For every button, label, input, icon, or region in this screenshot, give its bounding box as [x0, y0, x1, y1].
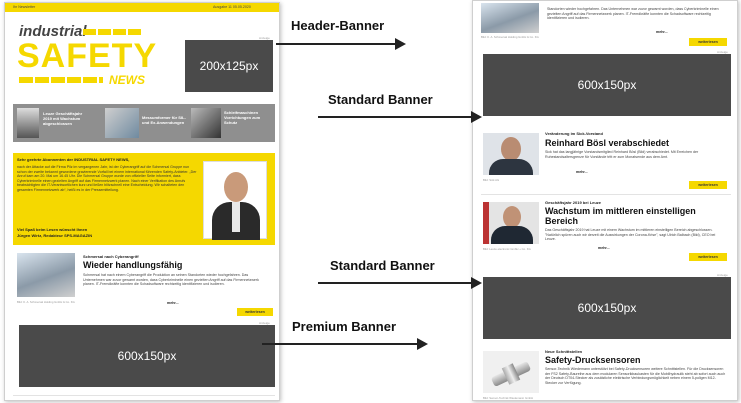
- teaser-image-3[interactable]: [191, 108, 221, 138]
- logo-stripe-bottom: [19, 77, 103, 83]
- intro-greeting: Sehr geehrte Abonnenten der INDUSTRIAL S…: [17, 157, 130, 162]
- intro-signature: Jürgen Wirtz, Redakteur SPS-MAGAZIN: [17, 233, 93, 238]
- product-photo[interactable]: [483, 351, 539, 393]
- product-body: Sensor-Technik Wiedemann unterstützt bei…: [545, 367, 726, 385]
- topbar-right-text: Ausgabe 11 05.05.2020: [213, 5, 251, 9]
- standard-banner-2-label: 600x150px: [577, 301, 637, 315]
- logo: industrial SAFETY NEWS: [17, 17, 156, 99]
- article-title[interactable]: Wieder handlungsfähig: [83, 260, 182, 270]
- article-image-credit: Bild: K. A. Schmersal Holding GmbH & Co.…: [17, 300, 75, 304]
- standard-banner-1[interactable]: 600x150px: [483, 54, 731, 116]
- article-body: Schmersal hat nach einem Cyberangriff di…: [83, 273, 259, 287]
- article-2-read-more-button[interactable]: weiterlesen: [689, 253, 727, 261]
- logo-line3: NEWS: [109, 73, 145, 87]
- callout-standard-banner-2: Standard Banner: [330, 258, 435, 273]
- article-2-photo-head: [503, 206, 521, 228]
- article-2-photo-body: [491, 226, 533, 244]
- article-2-title[interactable]: Wachstum im mittleren einstelligen Berei…: [545, 206, 727, 226]
- top-article-credit: Bild: K. A. Schmersal Holding GmbH & Co.…: [481, 35, 539, 39]
- premium-banner-label: 600x150px: [117, 349, 177, 363]
- top-article-image[interactable]: [481, 3, 539, 33]
- callout-standard-banner-2-arrow: [318, 277, 482, 289]
- article-1-credit: Bild: Sick AG: [483, 178, 500, 182]
- callout-header-banner: Header-Banner: [291, 18, 385, 33]
- topbar-left-text: Ihr Newsletter: [13, 5, 36, 9]
- callout-premium-banner-arrow: [262, 338, 428, 350]
- article-1-kicker: Veränderung im Sick-Vorstand: [545, 131, 603, 136]
- callout-header-banner-arrow: [276, 38, 406, 50]
- article-1-more-link[interactable]: mehr...: [576, 170, 588, 174]
- callout-premium-banner: Premium Banner: [292, 319, 397, 334]
- article-2-photo[interactable]: [483, 202, 539, 244]
- product-credit: Bild: Sensor-Technik Wiedemann GmbH: [483, 396, 534, 400]
- article-2-credit: Bild: Leuze electronic GmbH + Co. KG: [483, 247, 531, 251]
- logo-stripe: [83, 29, 143, 35]
- top-article-body: Standorten wieder hochgefahren. Das Unte…: [547, 7, 719, 21]
- article-more-link[interactable]: mehr...: [167, 301, 179, 305]
- article-1-photo[interactable]: [483, 133, 539, 175]
- editor-portrait-shirt: [232, 202, 240, 232]
- teaser-image-2[interactable]: [105, 108, 139, 138]
- newsletter-page-right: Bild: K. A. Schmersal Holding GmbH & Co.…: [472, 0, 738, 401]
- intro-body: nach der Attacke auf die Firma Pilz im v…: [17, 165, 197, 192]
- article-2-kicker: Geschäftsjahr 2019 bei Leuze: [545, 200, 602, 205]
- premium-banner[interactable]: 600x150px: [19, 325, 275, 387]
- article-1-photo-body: [489, 159, 533, 175]
- intro-closing: Viel Spaß beim Lesen wünscht Ihnen: [17, 227, 88, 232]
- logo-line2: SAFETY: [17, 37, 158, 75]
- top-article-read-more-button[interactable]: weiterlesen: [689, 38, 727, 46]
- divider: [481, 194, 731, 195]
- callout-standard-banner-1: Standard Banner: [328, 92, 433, 107]
- article-1-read-more-button[interactable]: weiterlesen: [689, 181, 727, 189]
- editor-portrait-head: [224, 172, 248, 202]
- teaser-image-1[interactable]: [17, 108, 39, 138]
- article-1-body: Sick hat das langjährige Vorstandsmitgli…: [545, 150, 699, 159]
- teaser-text-3[interactable]: Schleifmaschinen Vorrichtungen zum Schut…: [224, 110, 274, 125]
- newsletter-page-left: Ihr Newsletter Ausgabe 11 05.05.2020 ind…: [4, 2, 280, 401]
- header-banner[interactable]: 200x125px: [185, 40, 273, 92]
- standard-banner-1-label: 600x150px: [577, 78, 637, 92]
- top-article-more-link[interactable]: mehr...: [656, 30, 668, 34]
- product-kicker: Neue Schnittstellen: [545, 349, 583, 354]
- editor-portrait: [203, 161, 267, 240]
- product-title[interactable]: Safety-Drucksensoren: [545, 355, 641, 365]
- article-image[interactable]: [17, 253, 75, 297]
- standard-banner-2[interactable]: 600x150px: [483, 277, 731, 339]
- article-2-photo-bg: [483, 202, 489, 244]
- article-2-more-link[interactable]: mehr...: [598, 246, 610, 250]
- article-2-body: Das Geschäftsjahr 2019 hat Leuze mit ein…: [545, 228, 716, 242]
- teaser-text-2[interactable]: Messumformer für SIL- und Ex-Anwendungen: [142, 115, 186, 125]
- callout-standard-banner-1-arrow: [318, 111, 482, 123]
- divider: [13, 395, 275, 396]
- article-1-title[interactable]: Reinhard Bösl verabschiedet: [545, 138, 669, 148]
- article-1-photo-head: [501, 137, 521, 161]
- header-banner-label: 200x125px: [199, 59, 259, 73]
- article-kicker: Schmersal nach Cyberangriff: [83, 254, 139, 259]
- teaser-text-1[interactable]: Leuze Geschäftsjahr 2019 mit Wachstum ab…: [43, 111, 89, 126]
- article-read-more-button[interactable]: weiterlesen: [237, 308, 273, 316]
